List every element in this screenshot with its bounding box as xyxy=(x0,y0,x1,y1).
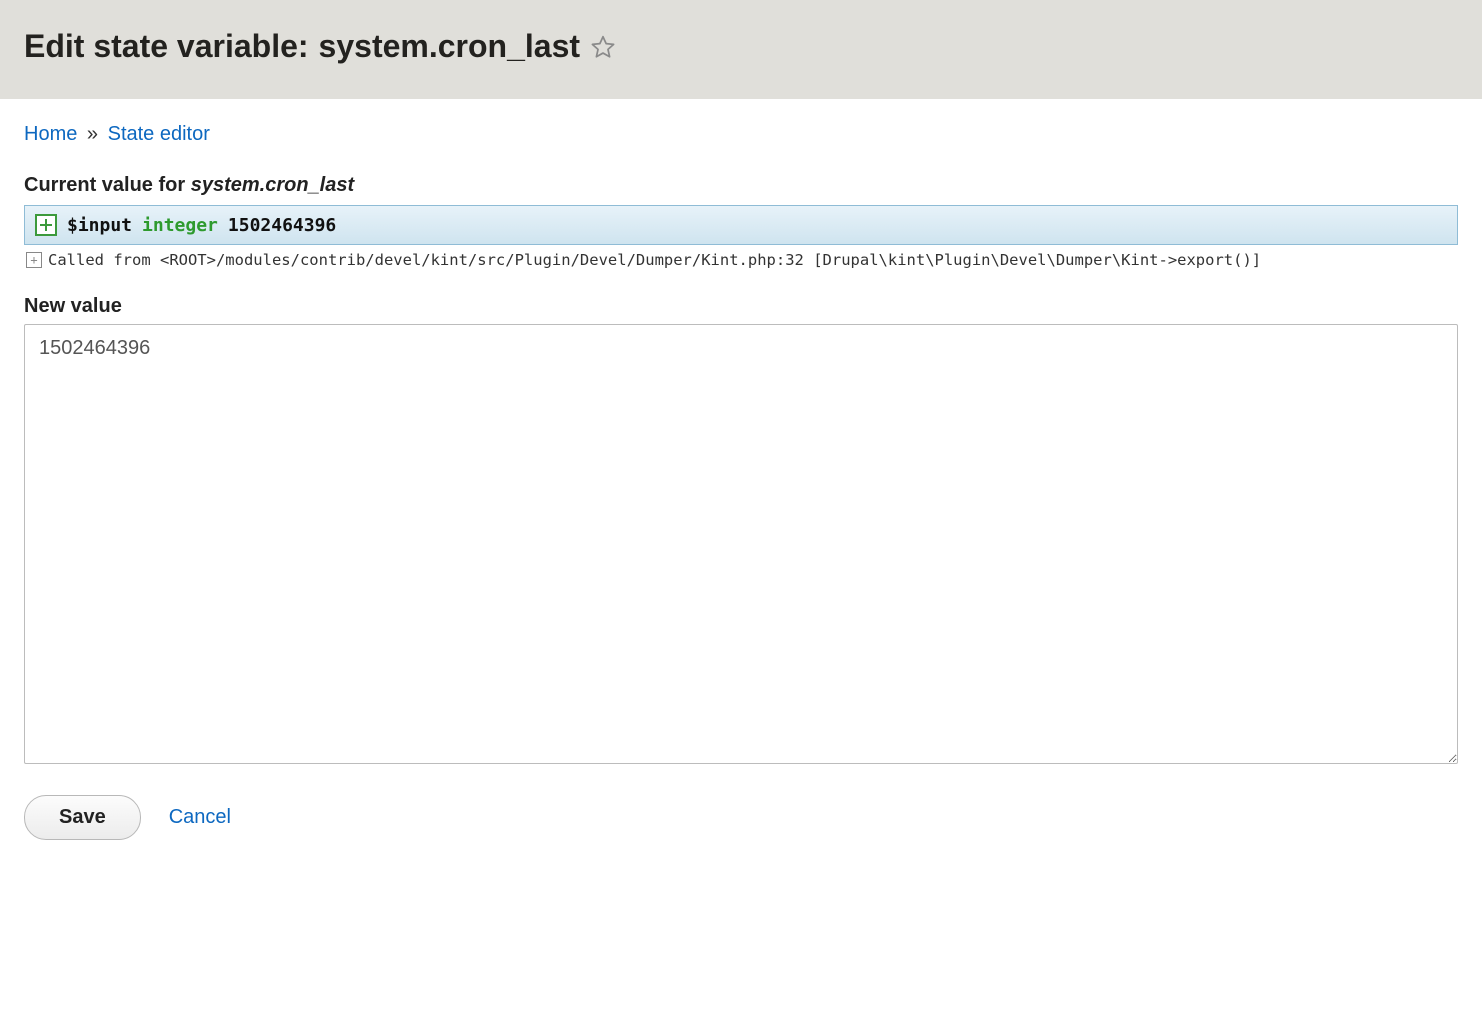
breadcrumb-state-editor[interactable]: State editor xyxy=(108,123,210,145)
star-icon[interactable] xyxy=(590,34,616,60)
page-title: Edit state variable: system.cron_last xyxy=(24,28,616,65)
breadcrumb: Home » State editor xyxy=(24,123,1458,146)
kint-dump-row[interactable]: $input integer 1502464396 xyxy=(24,205,1458,245)
expand-icon[interactable]: + xyxy=(26,252,42,268)
form-actions: Save Cancel xyxy=(24,795,1458,840)
current-value-varname: system.cron_last xyxy=(191,174,354,196)
header-bar: Edit state variable: system.cron_last xyxy=(0,0,1482,99)
called-from-text: Called from <ROOT>/modules/contrib/devel… xyxy=(48,251,1261,269)
kint-type: integer xyxy=(142,215,218,236)
kint-value: 1502464396 xyxy=(228,215,336,236)
new-value-label: New value xyxy=(24,295,1458,318)
breadcrumb-separator: » xyxy=(87,123,98,145)
called-from-row[interactable]: + Called from <ROOT>/modules/contrib/dev… xyxy=(24,245,1458,269)
expand-icon[interactable] xyxy=(35,214,57,236)
breadcrumb-home[interactable]: Home xyxy=(24,123,77,145)
cancel-link[interactable]: Cancel xyxy=(169,806,231,829)
page-title-prefix: Edit state variable: xyxy=(24,28,309,65)
current-value-label: Current value for system.cron_last xyxy=(24,174,1458,197)
kint-varname: $input xyxy=(67,215,132,236)
current-value-label-prefix: Current value for xyxy=(24,174,191,196)
save-button[interactable]: Save xyxy=(24,795,141,840)
page-title-variable: system.cron_last xyxy=(319,28,580,65)
new-value-textarea[interactable] xyxy=(24,324,1458,764)
content: Home » State editor Current value for sy… xyxy=(0,99,1482,864)
